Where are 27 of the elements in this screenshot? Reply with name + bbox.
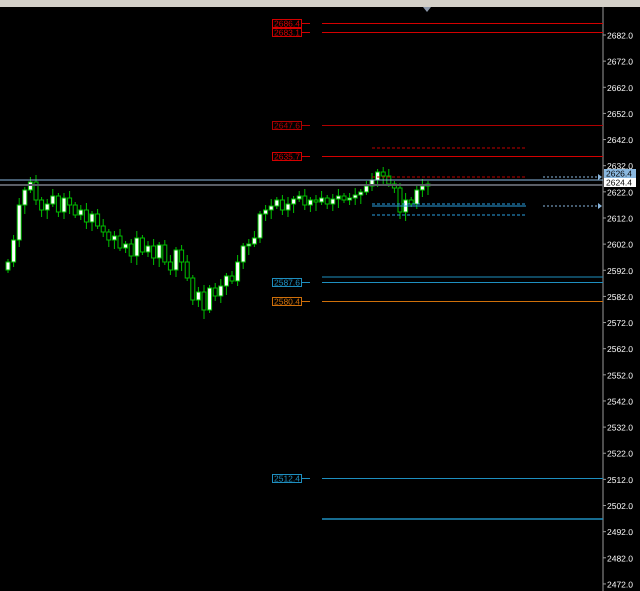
axis-tick-label: 2562.0 xyxy=(607,344,633,354)
axis-tick-label: 2472.0 xyxy=(607,579,633,590)
axis-tick-label: 2572.0 xyxy=(607,318,633,328)
axis-tick-label: 2672.0 xyxy=(607,56,633,67)
axis-tick-label: 2592.0 xyxy=(607,266,633,276)
axis-tick-label: 2522.0 xyxy=(607,448,633,459)
axis-tick-label: 2492.0 xyxy=(607,527,633,538)
axis-tick-label: 2582.0 xyxy=(607,292,633,302)
axis-tick-label: 2602.0 xyxy=(607,240,633,250)
ask-price-tag: 2626.4 xyxy=(604,168,636,178)
axis-tick-label: 2622.0 xyxy=(607,187,633,198)
axis-tick-label: 2552.0 xyxy=(607,370,633,380)
axis-tick-label: 2502.0 xyxy=(607,501,633,512)
axis-tick-label: 2662.0 xyxy=(607,82,633,93)
axis-tick-label: 2682.0 xyxy=(607,30,633,40)
dotted-arrow xyxy=(542,174,602,180)
axis-tick-label: 2542.0 xyxy=(607,396,633,406)
axis-tick-label: 2652.0 xyxy=(607,108,633,119)
axis-tick-label: 2512.0 xyxy=(607,474,633,485)
axis-tick-label: 2642.0 xyxy=(607,135,633,146)
triangle-icon[interactable] xyxy=(423,7,431,12)
axis-tick-label: 2482.0 xyxy=(607,553,633,564)
axis-tick-label: 2632.0 xyxy=(607,161,633,172)
axis-tick-label: 2532.0 xyxy=(607,422,633,433)
axis-tick-label: 2612.0 xyxy=(607,213,633,224)
dotted-arrow xyxy=(542,203,602,209)
bid-price-tag: 2624.4 xyxy=(604,178,636,188)
